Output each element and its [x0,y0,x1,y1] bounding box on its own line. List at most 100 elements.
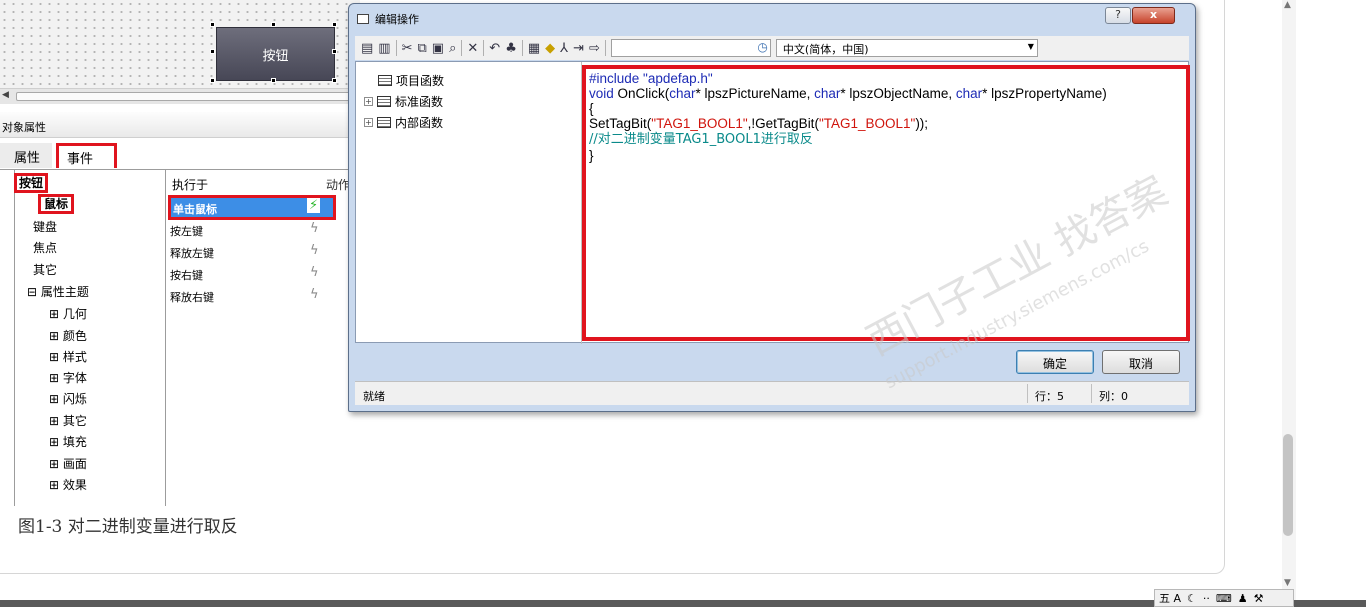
expand-icon[interactable]: ⊞ [49,371,63,385]
wrench-icon[interactable]: ⚒ [1254,592,1264,605]
function-icon[interactable]: ⅄ [560,41,568,56]
function-node-standard[interactable]: + 标准函数 [364,93,443,110]
action-lightning-icon[interactable]: ϟ [310,221,319,236]
tree-item-miscellaneous[interactable]: ⊞ 其它 [49,412,87,429]
event-row-press-left[interactable]: 按左键 ϟ [168,220,326,240]
chevron-down-icon[interactable]: ▼ [1028,42,1034,51]
find-replace-icon[interactable]: ⌕ [449,41,456,56]
collapse-icon[interactable]: ⊟ [27,285,41,299]
tree-item-geometry[interactable]: ⊞ 几何 [49,305,87,322]
tree-item-font[interactable]: ⊞ 字体 [49,369,87,386]
action-lightning-icon[interactable]: ϟ [310,243,319,258]
copy-icon[interactable]: ⧉ [418,41,427,56]
canvas-button-object[interactable]: 按钮 [216,27,335,81]
language-select[interactable]: 中文(简体，中国) ▼ [775,39,1038,57]
selection-handle[interactable] [332,49,337,54]
tag-selection-icon[interactable]: ▦ [528,41,540,56]
code-line-open-brace: { [589,101,594,116]
expand-icon[interactable]: ⊞ [49,307,63,321]
expand-icon[interactable]: ⊞ [49,392,63,406]
syntax-icon[interactable]: ♣ [505,41,517,56]
event-tree: 按钮 鼠标 键盘 焦点 其它 ⊟ 属性主题 ⊞ 几何 ⊞ 颜色 ⊞ 样式 ⊞ 字… [14,170,166,506]
trigger-combo[interactable]: ◷ [610,39,771,57]
tree-item-flashing[interactable]: ⊞ 闪烁 [49,390,87,407]
toolbar-separator [604,40,606,56]
expand-icon[interactable]: + [364,97,373,106]
function-book-icon [377,96,391,107]
goto-icon[interactable]: ⇥ [573,41,584,56]
column-header-action: 动作 [326,178,351,192]
code-editor[interactable]: #include "apdefap.h" void OnClick(char* … [582,65,1190,341]
expand-icon[interactable]: ⊞ [49,435,63,449]
object-icon[interactable]: ◆ [545,41,555,56]
expand-icon[interactable]: ⊞ [49,457,63,471]
expand-icon[interactable]: ⊞ [49,350,63,364]
tree-item-focus[interactable]: 焦点 [33,239,57,256]
action-lightning-icon[interactable]: ϟ [310,287,319,302]
toolbar-separator [521,40,523,56]
scroll-up-icon[interactable]: ▲ [1284,0,1291,10]
tab-properties[interactable]: 属性 [0,143,52,168]
close-button[interactable]: x [1132,7,1175,24]
selection-handle[interactable] [271,22,276,27]
clock-icon[interactable]: ◷ [757,40,767,54]
tree-item-styles[interactable]: ⊞ 样式 [49,348,87,365]
user-icon[interactable]: ♟ [1238,592,1248,605]
cut-icon[interactable]: ✂ [402,41,413,56]
scroll-down-icon[interactable]: ▼ [1284,578,1291,588]
scroll-left-icon[interactable]: ◀ [2,90,9,100]
ime-toolbar[interactable]: 五 A ☾ ·· ⌨ ♟ ⚒ [1154,589,1294,607]
moon-icon[interactable]: ☾ [1187,592,1197,605]
window-icon [357,14,369,24]
expand-icon[interactable]: ⊞ [49,414,63,428]
selection-handle[interactable] [210,22,215,27]
import-icon[interactable]: ▥ [378,41,390,56]
tab-events[interactable]: 事件 [56,143,117,168]
event-row-release-left[interactable]: 释放左键 ϟ [168,242,326,262]
dialog-status-bar: 就绪 行：5 列：0 [355,381,1189,405]
canvas-horizontal-scrollbar[interactable]: ◀ [0,88,360,104]
exit-icon[interactable]: ⇨ [589,41,600,56]
selection-handle[interactable] [271,78,276,83]
expand-icon[interactable]: ⊞ [49,478,63,492]
action-lightning-icon[interactable]: ϟ [310,265,319,280]
page-vertical-scrollbar[interactable]: ▲ ▼ [1282,0,1296,600]
tree-item-effects[interactable]: ⊞ 效果 [49,476,87,493]
undo-icon[interactable]: ↶ [489,41,500,56]
tree-item-colors[interactable]: ⊞ 颜色 [49,327,87,344]
expand-icon[interactable]: ⊞ [49,329,63,343]
tree-item-keyboard[interactable]: 键盘 [33,218,57,235]
tree-item-other[interactable]: 其它 [33,261,57,278]
event-row-release-right[interactable]: 释放右键 ϟ [168,286,326,306]
compile-icon[interactable]: ▤ [361,41,373,56]
event-row-press-right[interactable]: 按右键 ϟ [168,264,326,284]
paste-icon[interactable]: ▣ [432,41,444,56]
event-row-mouse-click[interactable]: 单击鼠标 ⚡ [168,195,336,220]
ime-mode-label[interactable]: 五 A [1159,590,1181,606]
tree-item-picture[interactable]: ⊞ 画面 [49,455,87,472]
function-tree: 项目函数 + 标准函数 + 内部函数 [356,62,582,344]
keyboard-icon[interactable]: ⌨ [1216,592,1232,605]
code-line-include: #include "apdefap.h" [589,71,713,86]
ok-button[interactable]: 确定 [1016,350,1094,374]
action-lightning-c-icon[interactable]: ⚡ [307,198,321,213]
function-node-project[interactable]: 项目函数 [378,72,444,89]
tree-root-button[interactable]: 按钮 [14,173,49,193]
expand-icon[interactable]: + [364,118,373,127]
selection-handle[interactable] [210,78,215,83]
dialog-toolbar: ▤ ▥ ✂ ⧉ ▣ ⌕ ✕ ↶ ♣ ▦ ◆ ⅄ ⇥ ⇨ ◷ 中文(简体，中国) … [355,36,1189,60]
tree-item-mouse[interactable]: 鼠标 [38,194,75,214]
tree-item-property-topics[interactable]: ⊟ 属性主题 [27,283,89,300]
toolbar-separator [461,40,463,56]
page-scroll-thumb[interactable] [1283,434,1293,536]
punctuation-icon[interactable]: ·· [1203,592,1210,605]
selection-handle[interactable] [332,22,337,27]
function-node-internal[interactable]: + 内部函数 [364,114,443,131]
help-button[interactable]: ? [1105,7,1131,24]
delete-icon[interactable]: ✕ [467,41,478,56]
selection-handle[interactable] [210,49,215,54]
tree-item-filling[interactable]: ⊞ 填充 [49,433,87,450]
cancel-button[interactable]: 取消 [1102,350,1180,374]
scroll-thumb[interactable] [16,92,351,101]
selection-handle[interactable] [332,78,337,83]
